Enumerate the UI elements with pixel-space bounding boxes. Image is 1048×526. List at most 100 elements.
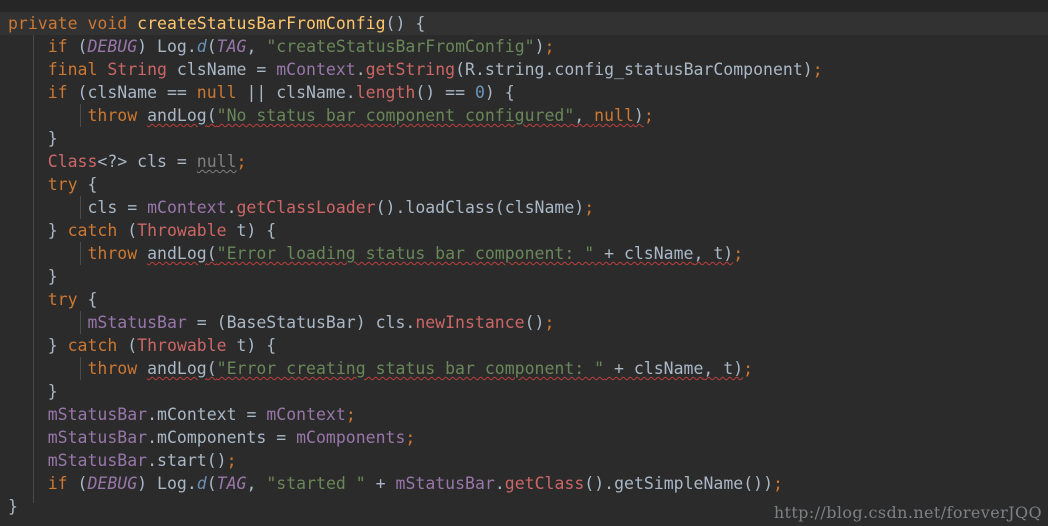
code-token: mComponents [157, 428, 267, 447]
code-token: mContext [266, 405, 346, 424]
code-token: t) { [226, 336, 277, 355]
code-token: () { [385, 14, 426, 33]
code-token: ; [544, 313, 555, 332]
code-token: ; [345, 405, 356, 424]
code-line[interactable]: final String clsName = mContext.getStrin… [0, 58, 1048, 81]
code-token: throw [87, 106, 138, 125]
code-line[interactable]: if (DEBUG) Log.d(TAG, "createStatusBarFr… [0, 35, 1048, 58]
code-token: <?> cls = [97, 152, 197, 171]
code-token: getClass [504, 474, 585, 493]
code-token: ; [812, 60, 823, 79]
code-token: mContext [157, 405, 237, 424]
code-token: Throwable [137, 221, 227, 240]
code-line[interactable]: } catch (Throwable t) { [0, 334, 1048, 357]
code-line[interactable]: mStatusBar.mComponents = mComponents; [0, 426, 1048, 449]
code-line[interactable]: throw andLog("No status bar component co… [0, 104, 1048, 127]
code-token: } [8, 382, 58, 401]
code-token: "Error loading status bar component: " [216, 244, 595, 263]
code-token: ( [117, 221, 138, 240]
code-line[interactable]: mStatusBar.mContext = mContext; [0, 403, 1048, 426]
code-line[interactable]: Class<?> cls = null; [0, 150, 1048, 173]
code-token: null [196, 152, 237, 171]
code-token: . [494, 474, 505, 493]
code-token: . [147, 428, 158, 447]
code-token: ( [206, 244, 217, 263]
code-token: . [147, 405, 158, 424]
code-token: ; [584, 198, 595, 217]
code-line[interactable]: private void createStatusBarFromConfig()… [0, 12, 1048, 35]
code-token: andLog [147, 359, 207, 378]
code-line[interactable]: } [0, 265, 1048, 288]
code-token: ; [236, 152, 247, 171]
code-token: ( [206, 106, 217, 125]
code-token: Class [47, 152, 98, 171]
code-token: ().loadClass(clsName) [375, 198, 585, 217]
code-token: try [47, 290, 78, 309]
code-token: mStatusBar [47, 451, 148, 470]
code-line[interactable]: try { [0, 173, 1048, 196]
code-token: mStatusBar [395, 474, 495, 493]
code-token: . [186, 474, 197, 493]
code-token: } [8, 336, 68, 355]
code-token: mComponents [296, 428, 406, 447]
code-line[interactable]: throw andLog("Error loading status bar c… [0, 242, 1048, 265]
editor-top-strip [0, 0, 1048, 12]
code-token: . [226, 198, 237, 217]
code-token: d [196, 474, 207, 493]
code-line[interactable]: mStatusBar.start(); [0, 449, 1048, 472]
code-token: ( [455, 60, 466, 79]
code-token: ().getSimpleName()) [584, 474, 774, 493]
code-editor-viewport[interactable]: private void createStatusBarFromConfig()… [0, 0, 1048, 526]
code-token: try [47, 175, 78, 194]
code-line[interactable]: } catch (Throwable t) { [0, 219, 1048, 242]
code-line[interactable]: } [0, 127, 1048, 150]
code-token: ; [773, 474, 783, 493]
code-token: } [8, 129, 58, 148]
code-token: ( [117, 336, 138, 355]
code-token: ) [802, 60, 813, 79]
code-line[interactable]: try { [0, 288, 1048, 311]
code-token: , [574, 106, 595, 125]
code-token: , [246, 37, 267, 56]
code-token: throw [87, 244, 138, 263]
code-token: 0 [474, 83, 485, 102]
code-token: || clsName. [236, 83, 356, 102]
code-token: ) { [484, 83, 515, 102]
code-token: ( [67, 474, 88, 493]
code-token: final [47, 60, 98, 79]
code-line[interactable]: cls = mContext.getClassLoader().loadClas… [0, 196, 1048, 219]
code-line[interactable]: mStatusBar = (BaseStatusBar) cls.newInst… [0, 311, 1048, 334]
code-content[interactable]: private void createStatusBarFromConfig()… [0, 12, 1048, 518]
code-token: mStatusBar [47, 428, 148, 447]
code-token: getString [365, 60, 456, 79]
code-token: TAG [216, 37, 247, 56]
code-line[interactable]: } [0, 380, 1048, 403]
code-line[interactable]: if (DEBUG) Log.d(TAG, "started " + mStat… [0, 472, 1048, 495]
code-token: } [8, 497, 18, 516]
watermark-url: http://blog.csdn.net/foreverJQQ [773, 503, 1042, 522]
code-token: private [8, 14, 78, 33]
code-line[interactable]: throw andLog("Error creating status bar … [0, 357, 1048, 380]
code-token: ( [206, 359, 217, 378]
code-token: void [87, 14, 128, 33]
code-token: ) [633, 106, 644, 125]
code-token: throw [87, 359, 138, 378]
code-token: if [47, 83, 68, 102]
code-token: null [594, 106, 634, 125]
code-token: } [8, 267, 58, 286]
code-line[interactable]: if (clsName == null || clsName.length() … [0, 81, 1048, 104]
code-token: "started " [266, 474, 366, 493]
code-token: .string.config_statusBarComponent [474, 60, 803, 79]
